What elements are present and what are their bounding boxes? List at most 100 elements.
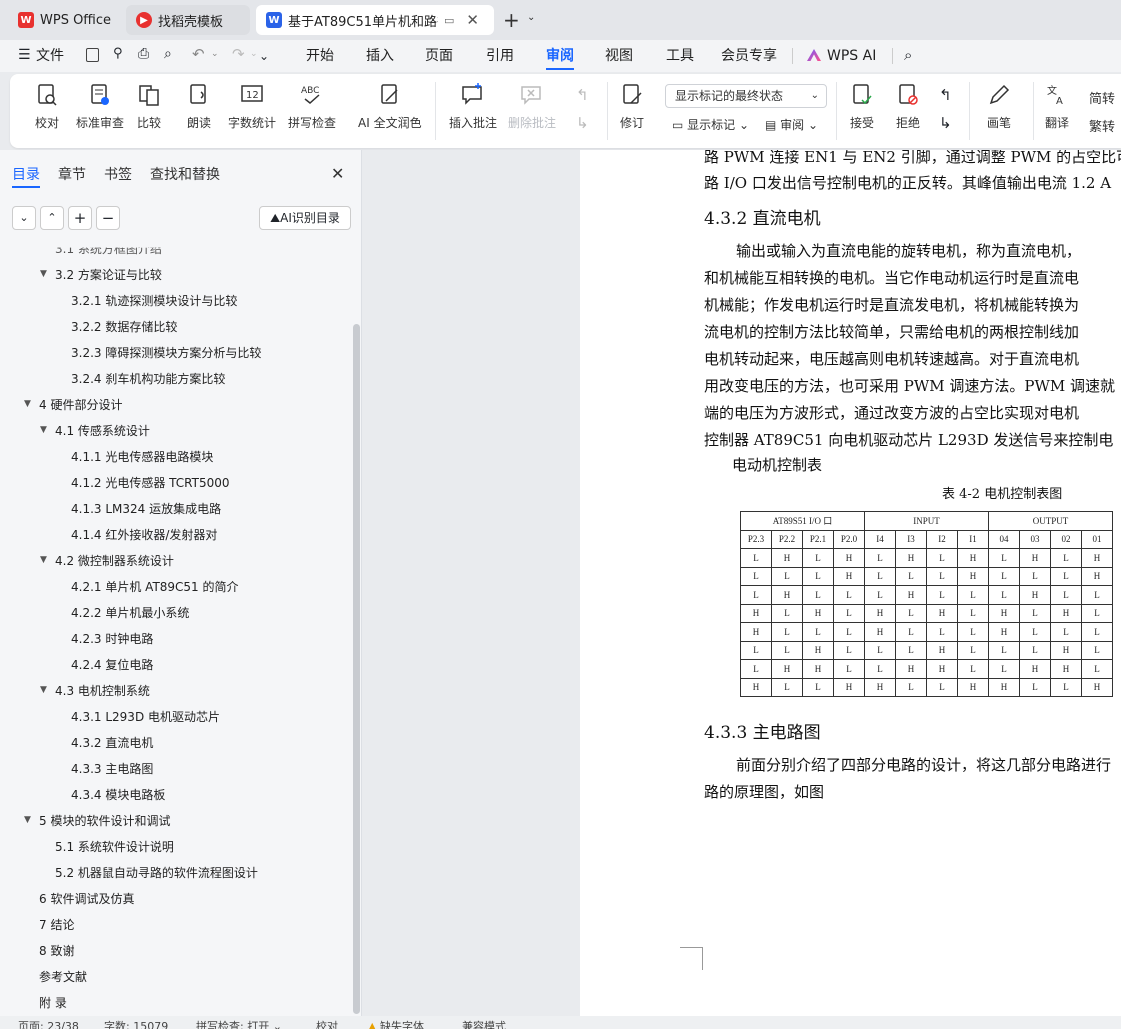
toc-item[interactable]: 4.2.3 时钟电路 [71,630,153,647]
pen-button[interactable]: 画笔 [986,82,1012,131]
ai-toc-button[interactable]: ⛰AI识别目录 [259,206,351,230]
insert-comment-button[interactable]: 插入批注 [449,82,497,131]
toc-item[interactable]: 4.3 电机控制系统 [55,682,150,699]
share-icon[interactable]: ⚲ [113,46,123,61]
close-pane-icon[interactable]: ✕ [331,164,344,183]
print-preview-icon[interactable]: ⌕ [164,46,172,62]
toc-item[interactable]: 6 软件调试及仿真 [39,890,134,907]
toc-item[interactable]: 3.2.2 数据存储比较 [71,318,177,335]
standard-review-button[interactable]: 标准审查 [76,82,124,131]
toc-item[interactable]: 3.1 系统方框图介绍 [55,248,162,257]
toc-item[interactable]: 4.1.2 光电传感器 TCRT5000 [71,474,230,491]
toc-item[interactable]: 4.1.3 LM324 运放集成电路 [71,500,221,517]
redo-icon[interactable]: ↷ [232,45,245,63]
show-markup-dropdown[interactable]: ▭ 显示标记 ⌄ [672,116,749,133]
toc-item[interactable]: 5 模块的软件设计和调试 [39,812,170,829]
toc-item[interactable]: 4.1.1 光电传感器电路模块 [71,448,213,465]
simplified-convert-button[interactable]: 简转 [1089,88,1115,107]
review-pane-dropdown[interactable]: ▤ 审阅 ⌄ [765,116,818,133]
proofread-button[interactable]: 校对 [34,82,60,131]
tab-bookmark[interactable]: 书签 [104,164,132,184]
prev-change-icon[interactable]: ↰ [939,86,952,104]
quick-access-more-icon[interactable]: ⌄ [259,49,269,63]
toc-item[interactable]: 4.3.2 直流电机 [71,734,153,751]
delete-comment-button[interactable]: 删除批注 [508,82,556,131]
collapse-button[interactable]: ⌄ [12,206,36,230]
translate-button[interactable]: 文A 翻译 [1044,82,1070,131]
remove-heading-button[interactable]: − [96,206,120,230]
chevron-down-icon[interactable]: ▼ [40,425,47,435]
tab-wps-office[interactable]: W WPS Office [8,5,120,35]
redo-more-icon[interactable]: ⌄ [250,49,258,59]
expand-button[interactable]: ⌃ [40,206,64,230]
toc-item[interactable]: 5.2 机器鼠自动寻路的软件流程图设计 [55,864,258,881]
search-icon[interactable]: ⌕ [904,46,912,64]
tab-toc[interactable]: 目录 [12,164,40,184]
print-icon[interactable]: ⎙ [138,46,149,62]
add-heading-button[interactable]: + [68,206,92,230]
toc-item[interactable]: 附 录 [39,994,67,1010]
toc-item[interactable]: 4.3.1 L293D 电机驱动芯片 [71,708,220,725]
toc-item[interactable]: 3.2.3 障碍探测模块方案分析与比较 [71,344,261,361]
toc-item[interactable]: 7 结论 [39,916,74,933]
menu-page[interactable]: 页面 [425,40,453,72]
toc-scrollbar[interactable] [353,324,360,1014]
track-changes-button[interactable]: 修订 [619,82,645,131]
close-tab-icon[interactable]: ✕ [466,11,479,29]
toc-item[interactable]: 5.1 系统软件设计说明 [55,838,174,855]
next-comment-icon[interactable]: ↳ [576,114,589,132]
toc-item[interactable]: 8 致谢 [39,942,74,959]
chevron-down-icon[interactable]: ▼ [40,685,47,695]
toc-item[interactable]: 4.2.1 单片机 AT89C51 的简介 [71,578,239,595]
toc-item[interactable]: 4.1.4 红外接收器/发射器对 [71,526,217,543]
menu-reference[interactable]: 引用 [486,40,514,72]
toc-item[interactable]: 3.2 方案论证与比较 [55,266,162,283]
toc-item[interactable]: 参考文献 [39,968,87,985]
chevron-down-icon[interactable]: ⌄ [527,12,535,23]
read-aloud-button[interactable]: 朗读 [186,82,212,131]
new-tab-icon[interactable]: + [503,8,520,32]
menu-member[interactable]: 会员专享 [721,40,777,72]
status-missing-font[interactable]: ▲ 缺失字体 [368,1018,424,1029]
save-icon[interactable] [86,48,99,62]
word-count-button[interactable]: 12 字数统计 [228,82,276,131]
hamburger-icon[interactable]: ☰ [18,47,31,63]
toc-item[interactable]: 4.3.4 模块电路板 [71,786,165,803]
menu-view[interactable]: 视图 [605,40,633,72]
accept-button[interactable]: 接受 [849,82,875,131]
menu-insert[interactable]: 插入 [366,40,394,72]
menu-tools[interactable]: 工具 [666,40,694,72]
tab-find-replace[interactable]: 查找和替换 [150,164,220,184]
undo-icon[interactable]: ↶ [192,45,205,63]
toc-item[interactable]: 4.2.2 单片机最小系统 [71,604,189,621]
spell-check-button[interactable]: ABC 拼写检查 [288,82,336,131]
traditional-convert-button[interactable]: 繁转 [1089,116,1115,135]
status-words[interactable]: 字数: 15079 [104,1018,168,1029]
chevron-down-icon[interactable]: ▼ [24,399,31,409]
toc-item[interactable]: 4.2 微控制器系统设计 [55,552,174,569]
ai-polish-button[interactable]: AI 全文润色 [358,82,422,131]
next-change-icon[interactable]: ↳ [939,114,952,132]
toc-item[interactable]: 4.2.4 复位电路 [71,656,153,673]
prev-comment-icon[interactable]: ↰ [576,86,589,104]
menu-file[interactable]: 文件 [36,40,64,72]
chevron-down-icon[interactable]: ▼ [24,815,31,825]
tab-template[interactable]: ▶ 找稻壳模板 [126,5,250,35]
chevron-down-icon[interactable]: ▼ [40,555,47,565]
compare-button[interactable]: 比较 [136,82,162,131]
reject-button[interactable]: 拒绝 [895,82,921,131]
status-proofread[interactable]: 校对 [316,1018,338,1029]
tab-document[interactable]: W 基于AT89C51单片机和路径规 ▭ ✕ [256,5,494,35]
document-page[interactable]: 路 PWM 连接 EN1 与 EN2 引脚，通过调整 PWM 的占空比可以调 路… [580,150,1121,1016]
menu-wps-ai[interactable]: WPS AI [827,40,876,72]
markup-state-select[interactable]: 显示标记的最终状态 ⌄ [665,84,827,108]
toc-item[interactable]: 4 硬件部分设计 [39,396,122,413]
toc-item[interactable]: 4.1 传感系统设计 [55,422,150,439]
screen-icon[interactable]: ▭ [444,14,454,27]
toc-item[interactable]: 3.2.4 刹车机构功能方案比较 [71,370,225,387]
menu-start[interactable]: 开始 [306,40,334,72]
undo-more-icon[interactable]: ⌄ [211,49,219,59]
toc-item[interactable]: 3.2.1 轨迹探测模块设计与比较 [71,292,237,309]
toc-item[interactable]: 4.3.3 主电路图 [71,760,153,777]
tab-chapter[interactable]: 章节 [58,164,86,184]
